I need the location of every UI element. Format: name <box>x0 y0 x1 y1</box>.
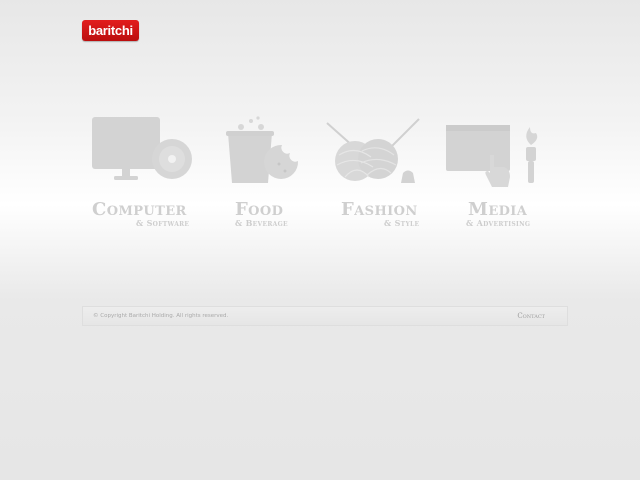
billboard-brush-icon <box>446 125 538 187</box>
category-subtitle: & Advertising <box>466 218 531 228</box>
baritchi-logo[interactable]: baritchi <box>82 20 139 41</box>
footer-bar: © Copyright Baritchi Holding. All rights… <box>82 306 568 326</box>
category-computer[interactable]: Computer & Software <box>88 115 213 230</box>
category-title: Food <box>235 199 284 220</box>
copyright-text: © Copyright Baritchi Holding. All rights… <box>93 313 229 319</box>
category-title: Media <box>468 199 528 220</box>
category-media[interactable]: Media & Advertising <box>442 115 567 230</box>
category-fashion[interactable]: Fashion & Style <box>325 115 450 230</box>
food-bucket-icon <box>226 116 299 183</box>
contact-link[interactable]: Contact <box>517 312 545 321</box>
computer-cd-icon <box>92 117 192 180</box>
yarn-needles-icon <box>326 118 420 183</box>
category-title: Computer <box>92 199 187 220</box>
category-subtitle: & Software <box>136 218 190 228</box>
category-subtitle: & Style <box>384 218 420 228</box>
category-subtitle: & Beverage <box>235 218 288 228</box>
category-title: Fashion <box>341 199 418 220</box>
